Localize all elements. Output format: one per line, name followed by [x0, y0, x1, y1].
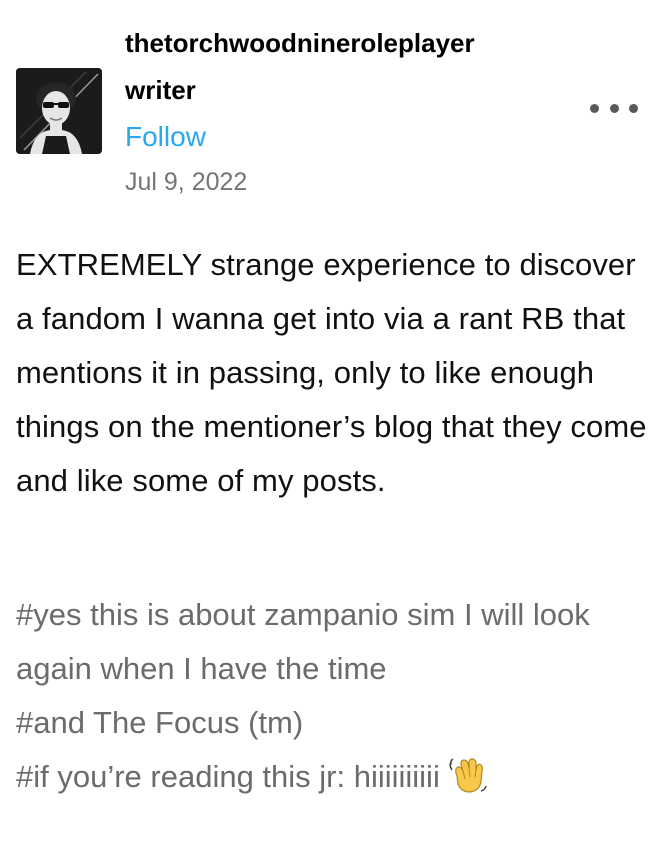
tag-link[interactable]: #yes this is about zampanio sim I will l…	[16, 588, 652, 696]
follow-button[interactable]: Follow	[125, 120, 206, 154]
post-date[interactable]: Jul 9, 2022	[125, 166, 247, 198]
post-tags: #yes this is about zampanio sim I will l…	[16, 588, 652, 812]
more-dot	[629, 103, 638, 113]
tag-link[interactable]: #and The Focus (tm)	[16, 696, 652, 750]
author-username[interactable]: thetorchwoodnineroleplayer	[125, 26, 475, 60]
post-card: thetorchwoodnineroleplayer writer Follow…	[0, 0, 666, 852]
avatar-image	[16, 68, 102, 154]
more-dot	[609, 103, 619, 113]
author-subtitle: writer	[125, 75, 196, 105]
tag-link-with-emoji[interactable]: #if you’re reading this jr: hiiiiiiiiii	[16, 750, 652, 812]
avatar[interactable]	[16, 68, 102, 154]
more-options-icon[interactable]	[590, 96, 638, 120]
more-dot	[590, 103, 599, 113]
tag-text: #if you’re reading this jr: hiiiiiiiiii	[16, 759, 440, 794]
waving-hand-icon	[448, 755, 488, 812]
post-body: EXTREMELY strange experience to discover…	[16, 247, 647, 498]
